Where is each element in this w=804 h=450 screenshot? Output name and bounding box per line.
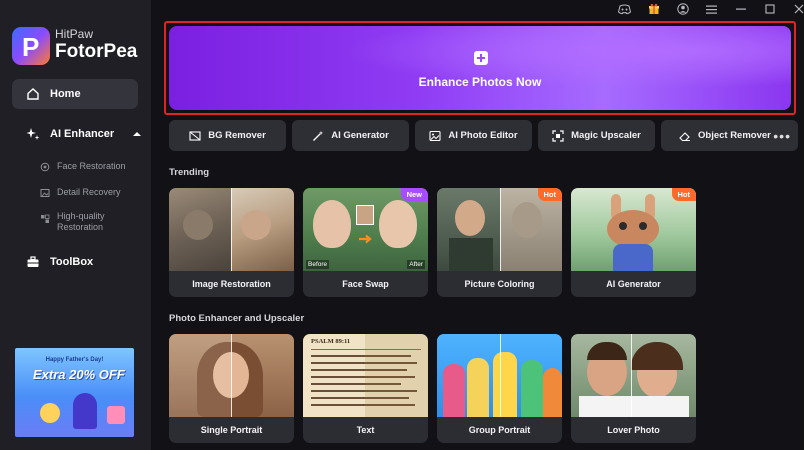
sidebar-item-toolbox[interactable]: ToolBox <box>26 255 93 269</box>
promo-gift-graphic <box>107 406 125 424</box>
section-title-trending: Trending <box>169 167 210 178</box>
ai-generator-button[interactable]: AI Generator <box>292 120 409 151</box>
brand-name-small: HitPaw <box>55 27 94 41</box>
eraser-icon <box>679 131 690 141</box>
subitem-label: Face Restoration <box>57 161 126 171</box>
card-caption: Image Restoration <box>192 279 271 289</box>
resolution-icon <box>41 214 50 223</box>
close-icon[interactable] <box>784 0 804 18</box>
caret-up-icon[interactable] <box>132 129 142 139</box>
tool-label: Magic Upscaler <box>571 130 641 141</box>
before-label: Before <box>306 260 330 269</box>
subitem-label: Detail Recovery <box>57 187 121 197</box>
page-header-text: PSALM 89:11 <box>311 338 351 345</box>
promo-subtitle: Happy Father's Day! <box>45 357 104 363</box>
card-thumbnail: PSALM 89:11 <box>303 334 428 417</box>
photo-edit-icon <box>429 130 441 141</box>
bg-remover-icon <box>189 130 201 141</box>
card-image-restoration[interactable]: Image Restoration <box>169 188 294 297</box>
tool-label: AI Generator <box>331 130 389 141</box>
hot-badge: Hot <box>671 188 696 201</box>
card-caption: Face Swap <box>342 279 389 289</box>
brand-name-large: FotorPea <box>55 41 138 62</box>
gift-icon[interactable] <box>639 0 668 18</box>
image-icon <box>40 188 50 197</box>
card-text[interactable]: PSALM 89:11 Text <box>303 334 428 443</box>
card-caption: AI Generator <box>606 279 661 289</box>
sidebar-item-label: ToolBox <box>50 256 94 268</box>
tool-label: BG Remover <box>208 130 266 141</box>
sidebar-item-home-content[interactable]: Home <box>26 87 81 101</box>
window-controls <box>610 0 804 18</box>
hot-badge: Hot <box>537 188 562 201</box>
sidebar: P HitPaw FotorPea Home AI Enhancer Face … <box>0 0 151 450</box>
card-caption: Picture Coloring <box>464 279 535 289</box>
magic-upscaler-button[interactable]: Magic Upscaler <box>538 120 655 151</box>
card-caption: Single Portrait <box>200 425 263 435</box>
card-caption: Text <box>356 425 375 435</box>
sidebar-item-label: Home <box>50 88 81 100</box>
tool-label: AI Photo Editor <box>448 130 518 141</box>
sidebar-subitem-detail-recovery[interactable]: Detail Recovery <box>40 187 121 198</box>
bg-remover-button[interactable]: BG Remover <box>169 120 286 151</box>
promo-title: Extra 20% OFF <box>33 367 125 382</box>
minimize-icon[interactable] <box>726 0 755 18</box>
card-face-swap[interactable]: Before After New Face Swap <box>303 188 428 297</box>
card-thumbnail <box>571 334 696 417</box>
hero-label: Enhance Photos Now <box>418 75 542 89</box>
card-caption: Lover Photo <box>607 425 660 435</box>
card-ai-generator[interactable]: Hot AI Generator <box>571 188 696 297</box>
account-icon[interactable] <box>668 0 697 18</box>
promo-banner[interactable]: Happy Father's Day! Extra 20% OFF <box>15 348 134 437</box>
menu-icon[interactable] <box>697 0 726 18</box>
sidebar-item-ai-enhancer[interactable]: AI Enhancer <box>26 127 142 141</box>
face-restoration-icon <box>40 162 50 171</box>
add-icon <box>474 51 488 65</box>
discord-icon[interactable] <box>610 0 639 18</box>
home-icon <box>27 88 39 100</box>
sidebar-item-label: AI Enhancer <box>50 128 115 140</box>
enhance-photos-button[interactable]: Enhance Photos Now <box>169 26 791 110</box>
upscale-icon <box>552 129 564 142</box>
card-picture-coloring[interactable]: Hot Picture Coloring <box>437 188 562 297</box>
subitem-label: High-quality Restoration <box>57 211 105 232</box>
new-badge: New <box>400 188 428 201</box>
after-label: After <box>407 260 425 269</box>
swap-arrow-icon <box>359 234 372 244</box>
logo-letter: P <box>22 32 40 62</box>
sidebar-subitem-high-quality-restoration[interactable]: High-quality Restoration <box>40 211 117 233</box>
card-group-portrait[interactable]: Group Portrait <box>437 334 562 443</box>
sparkle-icon <box>26 128 40 140</box>
magic-wand-icon <box>313 130 324 141</box>
card-thumbnail <box>169 188 294 271</box>
toolbox-icon <box>27 256 39 267</box>
sidebar-subitem-face-restoration[interactable]: Face Restoration <box>40 161 126 172</box>
ai-photo-editor-button[interactable]: AI Photo Editor <box>415 120 532 151</box>
card-thumbnail <box>437 334 562 417</box>
card-thumbnail <box>169 334 294 417</box>
more-tools-button[interactable]: ••• <box>740 120 795 151</box>
section-title-enhancer: Photo Enhancer and Upscaler <box>169 313 305 324</box>
maximize-icon[interactable] <box>755 0 784 18</box>
card-caption: Group Portrait <box>468 425 531 435</box>
promo-figure-graphic <box>73 393 97 429</box>
promo-ball-graphic <box>40 403 60 423</box>
card-single-portrait[interactable]: Single Portrait <box>169 334 294 443</box>
app-logo: P <box>12 27 50 65</box>
card-lover-photo[interactable]: Lover Photo <box>571 334 696 443</box>
